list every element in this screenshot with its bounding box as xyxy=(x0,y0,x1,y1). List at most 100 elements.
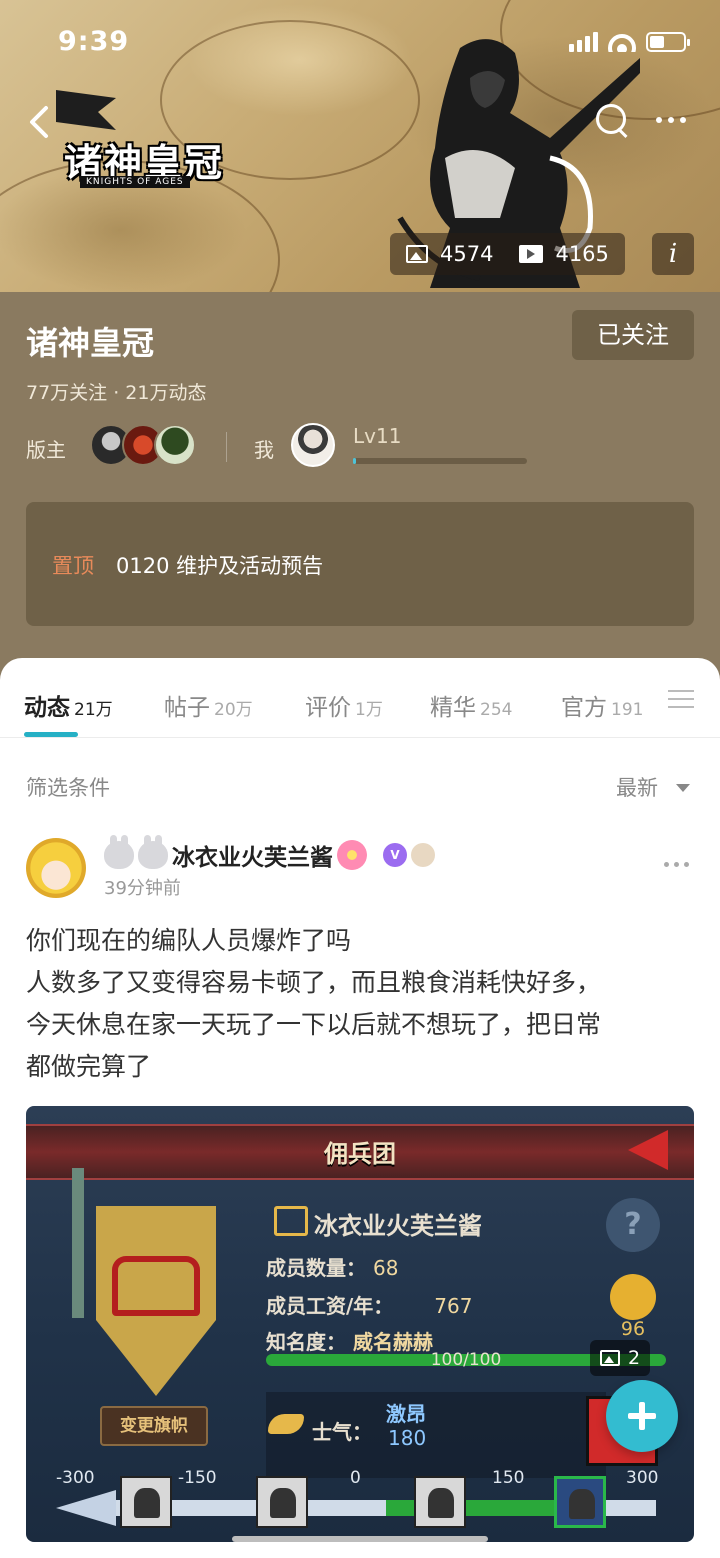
info-button[interactable]: i xyxy=(652,233,694,275)
tab-count: 21万 xyxy=(74,700,113,720)
me-label: 我 xyxy=(254,438,274,462)
filter-button[interactable]: 筛选条件 xyxy=(26,772,110,802)
chevron-left-icon xyxy=(30,106,48,138)
salary-label: 成员工资/年： xyxy=(266,1294,394,1318)
score-badge-icon xyxy=(610,1274,656,1320)
image-count-badge: 2 xyxy=(590,1340,651,1376)
chevron-down-icon[interactable] xyxy=(676,784,690,792)
post-image[interactable]: 佣兵团 变更旗帜 冰衣业火芙兰酱 成员数量： 68 成员工资/年： 767 知名… xyxy=(26,1106,694,1542)
tab-count: 254 xyxy=(480,700,513,720)
game-stats: 77万关注 · 21万动态 xyxy=(26,382,207,404)
members-row: 成员数量： 68 xyxy=(266,1252,398,1281)
image-count: 2 xyxy=(628,1347,641,1369)
scale-tick: 300 xyxy=(626,1468,659,1488)
morale-weapon-icon xyxy=(554,1476,606,1528)
tab-label: 动态 xyxy=(24,695,70,721)
morale-eye-icon xyxy=(120,1476,172,1528)
help-icon: ? xyxy=(606,1198,660,1252)
game-logo: 诸神皇冠 KNIGHTS OF AGES xyxy=(28,90,238,188)
members-label: 成员数量： xyxy=(266,1256,366,1280)
game-info: 诸神皇冠 已关注 77万关注 · 21万动态 版主 我 Lv11 置顶 0120… xyxy=(0,292,720,692)
avatar[interactable] xyxy=(26,838,86,898)
post-time: 39分钟前 xyxy=(104,878,181,899)
post-line: 你们现在的编队人员爆炸了吗 xyxy=(26,926,352,955)
chest-icon xyxy=(112,1256,200,1316)
screenshot-back-arrow-icon xyxy=(628,1130,668,1170)
tab-official[interactable]: 官方 191 xyxy=(561,688,643,722)
image-icon xyxy=(406,245,428,263)
post-more-icon[interactable] xyxy=(664,862,689,867)
user-badge-icon xyxy=(411,843,435,867)
battery-icon xyxy=(646,32,690,52)
tab-count: 20万 xyxy=(214,700,253,720)
morale-value: 180 xyxy=(388,1426,427,1450)
video-count: 4165 xyxy=(555,242,609,266)
rabbit-emoji-icon xyxy=(104,835,134,869)
tab-dynamic[interactable]: 动态 21万 xyxy=(24,688,113,722)
change-flag-button: 变更旗帜 xyxy=(100,1406,208,1446)
scale-tick: -300 xyxy=(56,1468,95,1488)
tab-bar: 动态 21万 帖子 20万 评价 1万 精华 254 官方 191 xyxy=(0,658,720,738)
avatar[interactable] xyxy=(291,423,335,467)
post-line: 都做完算了 xyxy=(26,1052,152,1081)
post-line: 人数多了又变得容易卡顿了，而且粮食消耗快好多， xyxy=(26,968,602,997)
sort-dropdown[interactable]: 最新 xyxy=(616,772,658,802)
morale-label: 士气： xyxy=(312,1420,372,1444)
tab-count: 191 xyxy=(611,700,644,720)
screenshot-title: 佣兵团 xyxy=(324,1140,396,1168)
back-button[interactable] xyxy=(22,102,58,142)
moderator-avatars[interactable] xyxy=(90,424,196,466)
tab-label: 评价 xyxy=(305,695,351,721)
more-menu-icon[interactable] xyxy=(656,108,692,132)
scale-tick: -150 xyxy=(178,1468,217,1488)
rabbit-emoji-icon xyxy=(138,835,168,869)
image-icon xyxy=(600,1350,620,1366)
home-indicator[interactable] xyxy=(232,1536,488,1542)
score-value: 96 xyxy=(620,1318,646,1340)
salary-value: 767 xyxy=(434,1294,473,1318)
guild-name: 冰衣业火芙兰酱 xyxy=(314,1212,482,1240)
banner-pole-icon xyxy=(72,1168,84,1318)
active-tab-indicator xyxy=(24,732,78,737)
scale-tick: 150 xyxy=(492,1468,525,1488)
tab-label: 帖子 xyxy=(164,695,210,721)
post-author[interactable]: 冰衣业火芙兰酱 V xyxy=(104,835,435,872)
follow-button[interactable]: 已关注 xyxy=(572,310,694,360)
tab-label: 官方 xyxy=(561,695,607,721)
edit-icon xyxy=(274,1206,308,1236)
pinned-title: 0120 维护及活动预告 xyxy=(116,554,324,578)
scale-tick: 0 xyxy=(350,1468,361,1488)
search-icon[interactable] xyxy=(596,104,630,138)
morale-figure-icon xyxy=(414,1476,466,1528)
add-post-button[interactable] xyxy=(606,1380,678,1452)
game-title: 诸神皇冠 xyxy=(26,324,155,362)
verified-badge-icon: V xyxy=(383,843,407,867)
logo-flag-icon xyxy=(56,90,116,130)
tab-posts[interactable]: 帖子 20万 xyxy=(164,688,253,722)
logo-subtitle: KNIGHTS OF AGES xyxy=(80,176,190,188)
salary-row: 成员工资/年： 767 xyxy=(266,1290,472,1319)
members-value: 68 xyxy=(372,1256,399,1280)
media-counts[interactable]: 4574 4165 xyxy=(390,233,625,275)
tab-reviews[interactable]: 评价 1万 xyxy=(305,688,383,722)
level-progress-bar xyxy=(353,458,527,464)
avatar[interactable] xyxy=(154,424,196,466)
status-time: 9:39 xyxy=(58,26,130,57)
tab-label: 精华 xyxy=(430,695,476,721)
post-line: 今天休息在家一天玩了一下以后就不想玩了，把日常 xyxy=(26,1010,602,1039)
scale-arrow-icon xyxy=(56,1490,116,1526)
pinned-announcement[interactable]: 置顶 0120 维护及活动预告 xyxy=(26,502,694,626)
level-progress-fill xyxy=(353,458,356,464)
video-icon xyxy=(519,245,544,263)
tab-menu-icon[interactable] xyxy=(668,690,694,712)
tab-count: 1万 xyxy=(355,700,383,720)
author-name: 冰衣业火芙兰酱 xyxy=(172,845,333,871)
game-banner: 9:39 诸神皇冠 KNIGHTS OF AGES 4574 4165 i xyxy=(0,0,720,292)
divider xyxy=(226,432,227,462)
tab-featured[interactable]: 精华 254 xyxy=(430,688,512,722)
morale-figure-icon xyxy=(256,1476,308,1528)
image-count: 4574 xyxy=(440,242,494,266)
flower-emoji-icon xyxy=(337,840,367,870)
pinned-tag: 置顶 xyxy=(52,554,94,578)
post-body[interactable]: 你们现在的编队人员爆炸了吗 人数多了又变得容易卡顿了，而且粮食消耗快好多， 今天… xyxy=(26,920,696,1088)
